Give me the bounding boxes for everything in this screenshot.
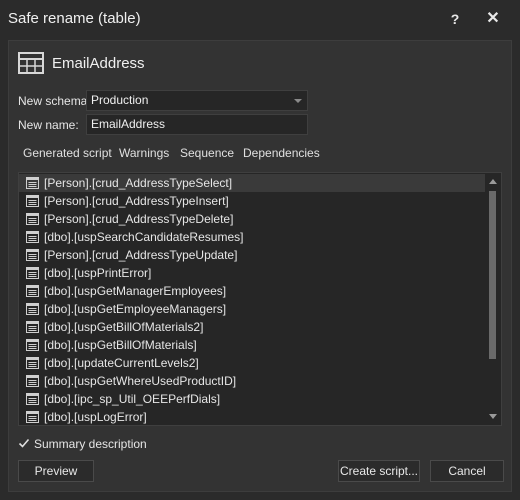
list-item[interactable]: [dbo].[uspLogError] bbox=[19, 408, 485, 425]
chevron-down-icon[interactable] bbox=[294, 99, 302, 103]
list-item[interactable]: [dbo].[uspGetEmployeeManagers] bbox=[19, 300, 485, 318]
procedure-icon bbox=[26, 195, 39, 207]
procedure-icon bbox=[26, 285, 39, 297]
list-item-label: [Person].[crud_AddressTypeUpdate] bbox=[44, 248, 238, 262]
procedure-icon bbox=[26, 393, 39, 405]
list-item-label: [Person].[crud_AddressTypeInsert] bbox=[44, 194, 229, 208]
list-item[interactable]: [dbo].[updateCurrentLevels2] bbox=[19, 354, 485, 372]
scroll-down-icon[interactable] bbox=[489, 414, 497, 419]
schema-label: New schema: bbox=[18, 94, 91, 108]
schema-select-value: Production bbox=[91, 93, 149, 107]
procedure-icon bbox=[26, 411, 39, 423]
title-bar: Safe rename (table) ? ✕ bbox=[0, 0, 520, 38]
object-name: EmailAddress bbox=[52, 55, 145, 72]
procedure-icon bbox=[26, 231, 39, 243]
list-item-label: [dbo].[uspGetBillOfMaterials] bbox=[44, 338, 197, 352]
list-item-label: [dbo].[uspGetWhereUsedProductID] bbox=[44, 374, 237, 388]
tab-warnings[interactable]: Warnings bbox=[119, 146, 169, 160]
vertical-scrollbar[interactable] bbox=[485, 173, 501, 425]
procedure-icon bbox=[26, 321, 39, 333]
create-script-button[interactable]: Create script... bbox=[338, 460, 420, 482]
list-item-label: [dbo].[uspLogError] bbox=[44, 410, 147, 424]
name-input[interactable]: EmailAddress bbox=[86, 114, 308, 135]
list-item[interactable]: [dbo].[uspGetBillOfMaterials2] bbox=[19, 318, 485, 336]
list-item[interactable]: [dbo].[uspSearchCandidateResumes] bbox=[19, 228, 485, 246]
dependencies-list[interactable]: [Person].[crud_AddressTypeSelect] [Person… bbox=[18, 172, 502, 426]
list-item[interactable]: [dbo].[uspGetWhereUsedProductID] bbox=[19, 372, 485, 390]
scroll-up-icon[interactable] bbox=[489, 179, 497, 184]
list-item-label: [dbo].[uspPrintError] bbox=[44, 266, 152, 280]
list-item[interactable]: [dbo].[ipc_sp_Util_OEEPerfDials] bbox=[19, 390, 485, 408]
list-item[interactable]: [dbo].[uspPrintError] bbox=[19, 264, 485, 282]
procedure-icon bbox=[26, 177, 39, 189]
tab-generated-script[interactable]: Generated script bbox=[23, 146, 112, 160]
procedure-icon bbox=[26, 357, 39, 369]
scrollbar-thumb[interactable] bbox=[489, 191, 496, 359]
window-title: Safe rename (table) bbox=[8, 10, 141, 27]
help-button[interactable]: ? bbox=[444, 9, 466, 29]
schema-select[interactable]: Production bbox=[86, 90, 308, 111]
list-item-label: [Person].[crud_AddressTypeDelete] bbox=[44, 212, 234, 226]
list-item[interactable]: [Person].[crud_AddressTypeInsert] bbox=[19, 192, 485, 210]
name-label: New name: bbox=[18, 118, 79, 132]
procedure-icon bbox=[26, 375, 39, 387]
tab-dependencies[interactable]: Dependencies bbox=[243, 146, 320, 160]
list-item[interactable]: [dbo].[uspGetManagerEmployees] bbox=[19, 282, 485, 300]
procedure-icon bbox=[26, 249, 39, 261]
table-icon bbox=[18, 52, 44, 74]
procedure-icon bbox=[26, 267, 39, 279]
list-item[interactable]: [Person].[crud_AddressTypeDelete] bbox=[19, 210, 485, 228]
close-button[interactable]: ✕ bbox=[482, 9, 504, 29]
summary-label[interactable]: Summary description bbox=[34, 437, 147, 451]
preview-button[interactable]: Preview bbox=[18, 460, 94, 482]
procedure-icon bbox=[26, 303, 39, 315]
list-item-label: [dbo].[uspSearchCandidateResumes] bbox=[44, 230, 244, 244]
procedure-icon bbox=[26, 339, 39, 351]
procedure-icon bbox=[26, 213, 39, 225]
list-item[interactable]: [Person].[crud_AddressTypeSelect] bbox=[19, 174, 485, 192]
list-item-label: [dbo].[uspGetEmployeeManagers] bbox=[44, 302, 227, 316]
list-item-label: [dbo].[uspGetManagerEmployees] bbox=[44, 284, 227, 298]
list-item-label: [dbo].[updateCurrentLevels2] bbox=[44, 356, 199, 370]
summary-checkbox[interactable] bbox=[18, 437, 30, 449]
list-item-label: [Person].[crud_AddressTypeSelect] bbox=[44, 176, 233, 190]
cancel-button[interactable]: Cancel bbox=[430, 460, 504, 482]
list-item[interactable]: [dbo].[uspGetBillOfMaterials] bbox=[19, 336, 485, 354]
list-item-label: [dbo].[ipc_sp_Util_OEEPerfDials] bbox=[44, 392, 221, 406]
list-item-label: [dbo].[uspGetBillOfMaterials2] bbox=[44, 320, 204, 334]
list-item[interactable]: [Person].[crud_AddressTypeUpdate] bbox=[19, 246, 485, 264]
tab-sequence[interactable]: Sequence bbox=[180, 146, 234, 160]
